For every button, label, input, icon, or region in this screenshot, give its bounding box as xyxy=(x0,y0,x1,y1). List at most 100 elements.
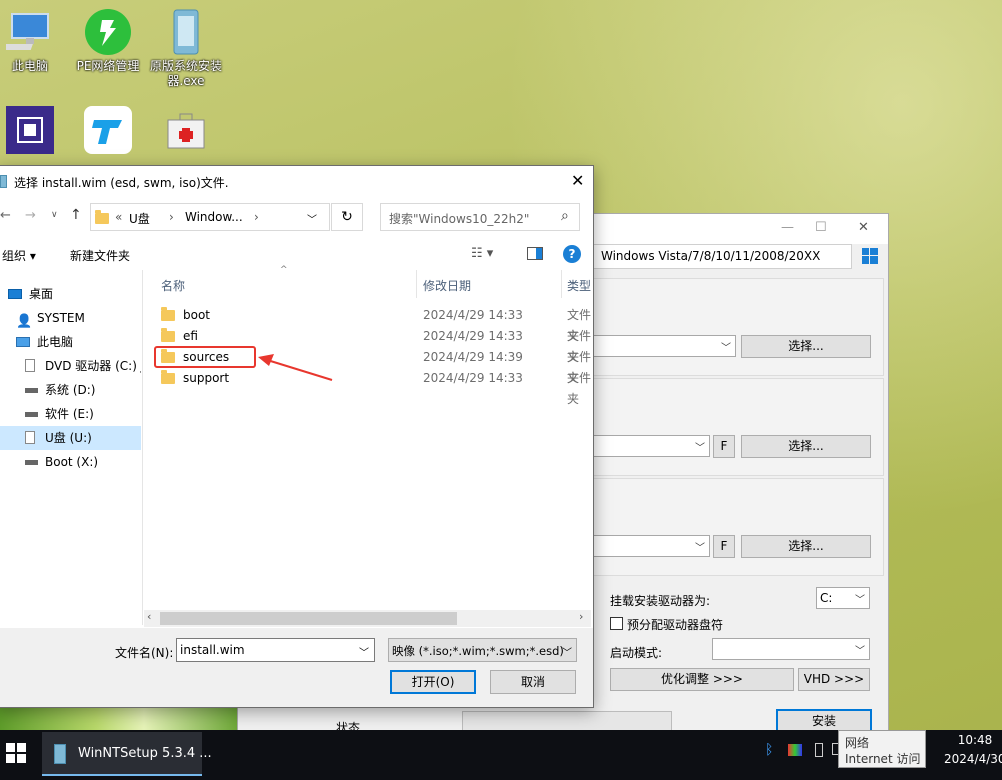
list-item[interactable]: efi 2024/4/29 14:33 文件夹 xyxy=(161,326,591,364)
recent-dropdown-icon[interactable]: ∨ xyxy=(51,210,58,220)
close-icon[interactable]: ✕ xyxy=(858,220,869,235)
list-item[interactable]: support 2024/4/29 14:33 文件夹 xyxy=(161,368,591,406)
nav-item-dvd[interactable]: DVD 驱动器 (C:) J xyxy=(0,354,141,378)
app-icon xyxy=(0,175,7,188)
boot-mode-combo[interactable]: ﹀ xyxy=(712,638,870,660)
breadcrumb-windows[interactable]: Window... xyxy=(185,210,243,224)
os-version-text: Windows Vista/7/8/10/11/2008/20XX xyxy=(601,249,821,263)
chevron-down-icon[interactable]: ﹀ xyxy=(307,211,317,226)
first-aid-kit-icon xyxy=(162,106,210,154)
optimize-button[interactable]: 优化调整 >>> xyxy=(610,668,794,691)
os-version-selector[interactable]: Windows Vista/7/8/10/11/2008/20XX xyxy=(592,244,852,269)
computer-icon xyxy=(0,8,54,56)
up-arrow-icon[interactable]: ↑ xyxy=(70,207,82,223)
windows-start-icon[interactable] xyxy=(6,743,26,763)
forward-arrow-icon[interactable]: → xyxy=(25,208,36,223)
boot-format-button[interactable]: F xyxy=(713,435,735,458)
nav-item-desktop[interactable]: 桌面 xyxy=(0,282,141,306)
desktop-icon-this-pc[interactable]: 此电脑 xyxy=(0,8,70,74)
breadcrumb-usb[interactable]: U盘 xyxy=(129,210,150,227)
source-path-combo[interactable]: ﹀ xyxy=(588,335,736,357)
select-source-button[interactable]: 选择... xyxy=(741,335,871,358)
drive-icon xyxy=(25,412,38,417)
desktop-icon-cpu-tool[interactable] xyxy=(0,106,70,157)
scroll-right-icon[interactable]: › xyxy=(579,610,583,623)
column-header-date[interactable]: 修改日期 xyxy=(423,277,471,294)
desktop-icon-remote-tool[interactable] xyxy=(68,106,148,157)
file-type-filter[interactable]: 映像 (*.iso;*.wim;*.swm;*.esd) ﹀ xyxy=(388,638,577,662)
cpu-tool-icon xyxy=(6,106,54,154)
folder-icon xyxy=(161,307,175,321)
search-icon: ⌕ xyxy=(561,208,569,224)
clock-date[interactable]: 2024/4/30 xyxy=(944,752,1002,766)
open-button[interactable]: 打开(O) xyxy=(390,670,476,694)
desktop-icon-label: 原版系统安装器.exe xyxy=(149,59,222,88)
taskbar-app-winntsetup[interactable]: WinNTSetup 5.3.4 ... xyxy=(42,732,212,776)
organize-button[interactable]: 组织 ▾ xyxy=(2,247,36,264)
search-input[interactable]: 搜索"Windows10_22h2" ⌕ xyxy=(380,203,580,231)
install-drive-group xyxy=(588,478,884,576)
vhd-button[interactable]: VHD >>> xyxy=(798,668,870,691)
network-tooltip: 网络 Internet 访问 xyxy=(838,730,926,768)
install-format-button[interactable]: F xyxy=(713,535,735,558)
usb-eject-icon[interactable] xyxy=(815,743,823,757)
select-boot-drive-button[interactable]: 选择... xyxy=(741,435,871,458)
install-drive-combo[interactable]: ﹀ xyxy=(588,535,710,557)
refresh-button[interactable]: ↻ xyxy=(331,203,363,231)
filename-label: 文件名(N): xyxy=(115,646,174,660)
dialog-titlebar: 选择 install.wim (esd, swm, iso)文件. ✕ xyxy=(0,166,593,198)
chevron-down-icon: ﹀ xyxy=(562,648,572,659)
color-app-icon[interactable] xyxy=(788,744,802,756)
horizontal-scrollbar[interactable]: ‹ › xyxy=(144,610,591,627)
folder-icon xyxy=(95,210,109,224)
address-bar[interactable]: « U盘 › Window... › ﹀ xyxy=(90,203,330,231)
nav-item-software-drive[interactable]: 软件 (E:) xyxy=(0,402,141,426)
mount-drive-combo[interactable]: C: ﹀ xyxy=(816,587,870,609)
chevron-down-icon: ﹀ xyxy=(695,443,705,454)
annotation-arrow xyxy=(258,354,333,381)
nav-item-this-pc[interactable]: 此电脑 xyxy=(0,330,141,354)
breadcrumb-separator: › xyxy=(254,210,259,224)
close-icon[interactable]: ✕ xyxy=(571,171,584,190)
maximize-icon[interactable]: ☐ xyxy=(815,220,827,235)
installer-exe-icon xyxy=(54,744,66,764)
search-placeholder: 搜索"Windows10_22h2" xyxy=(389,212,530,226)
sort-ascending-icon: ^ xyxy=(280,265,288,275)
help-icon[interactable]: ? xyxy=(563,245,581,263)
nav-item-system[interactable]: 👤 SYSTEM xyxy=(0,306,141,330)
bluetooth-icon[interactable]: ᛒ xyxy=(765,742,773,758)
installer-exe-icon xyxy=(162,8,210,56)
minimize-icon[interactable]: — xyxy=(781,220,794,235)
chevron-down-icon: ﹀ xyxy=(721,343,731,354)
column-header-name[interactable]: 名称 xyxy=(161,277,185,294)
desktop-icon-pe-network[interactable]: PE网络管理 xyxy=(68,8,148,74)
view-options-icon[interactable]: ☷ ▾ xyxy=(471,246,493,261)
back-arrow-icon[interactable]: ← xyxy=(0,208,11,223)
filename-input[interactable]: install.wim ﹀ xyxy=(176,638,375,662)
new-folder-button[interactable]: 新建文件夹 xyxy=(70,247,130,264)
chevron-down-icon: ﹀ xyxy=(359,648,369,659)
nav-item-system-drive[interactable]: 系统 (D:) xyxy=(0,378,141,402)
desktop-icon-installer[interactable]: 原版系统安装器.exe xyxy=(146,8,226,89)
dvd-icon xyxy=(25,359,35,372)
computer-icon xyxy=(16,337,30,347)
dialog-title: 选择 install.wim (esd, swm, iso)文件. xyxy=(14,176,229,190)
nav-item-usb-drive[interactable]: U盘 (U:) xyxy=(0,426,141,450)
column-header-type[interactable]: 类型 xyxy=(567,277,591,294)
chevron-down-icon: ﹀ xyxy=(855,595,865,606)
preview-pane-icon[interactable] xyxy=(527,247,543,260)
desktop-icon-first-aid[interactable] xyxy=(146,106,226,157)
list-item[interactable]: boot 2024/4/29 14:33 文件夹 xyxy=(161,305,591,343)
clock-time[interactable]: 10:48 xyxy=(950,733,1000,747)
boot-drive-combo[interactable]: ﹀ xyxy=(588,435,710,457)
cancel-button[interactable]: 取消 xyxy=(490,670,576,694)
nav-item-boot-drive[interactable]: Boot (X:) xyxy=(0,450,141,474)
overflow-chevron[interactable]: « xyxy=(115,210,122,224)
scroll-left-icon[interactable]: ‹ xyxy=(147,610,151,623)
remote-tool-icon xyxy=(84,106,132,154)
pane-divider xyxy=(142,270,143,625)
select-install-drive-button[interactable]: 选择... xyxy=(741,535,871,558)
scrollbar-thumb[interactable] xyxy=(160,612,457,625)
prealloc-checkbox[interactable] xyxy=(610,617,623,630)
windows-logo-icon xyxy=(862,248,878,264)
